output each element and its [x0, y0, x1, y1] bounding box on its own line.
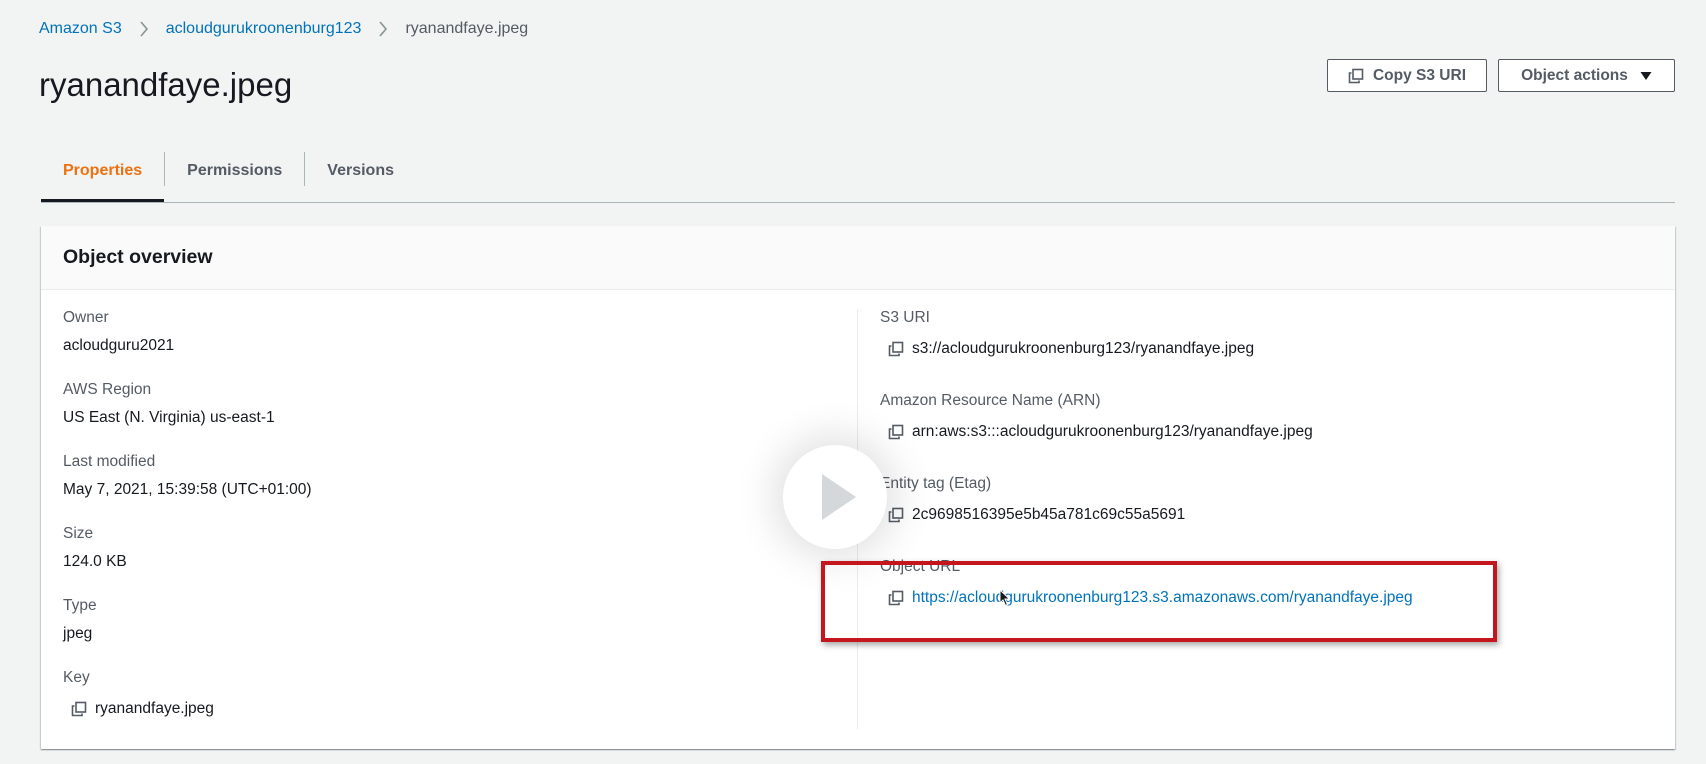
last-modified-field: Last modified May 7, 2021, 15:39:58 (UTC… — [63, 453, 312, 499]
last-modified-value: May 7, 2021, 15:39:58 (UTC+01:00) — [63, 481, 312, 498]
size-field: Size 124.0 KB — [63, 525, 127, 571]
breadcrumb: Amazon S3 acloudgurukroonenburg123 ryana… — [39, 20, 528, 38]
mouse-pointer-icon — [999, 588, 1011, 612]
page-title: ryanandfaye.jpeg — [39, 66, 293, 103]
chevron-right-icon — [361, 20, 405, 38]
breadcrumb-link-bucket[interactable]: acloudgurukroonenburg123 — [166, 20, 362, 38]
chevron-right-icon — [122, 20, 166, 38]
s3-uri-label: S3 URI — [880, 309, 930, 326]
caret-down-icon — [1640, 71, 1652, 81]
arn-label: Amazon Resource Name (ARN) — [880, 392, 1101, 409]
key-label: Key — [63, 669, 90, 686]
owner-field: Owner acloudguru2021 — [63, 309, 174, 355]
copy-s3-uri-button[interactable]: Copy S3 URI — [1327, 59, 1487, 92]
etag-value-row: 2c9698516395e5b45a781c69c55a5691 — [888, 506, 1185, 524]
s3-uri-field: S3 URI s3://acloudgurukroonenburg123/rya… — [880, 309, 1254, 358]
tab-properties[interactable]: Properties — [41, 152, 165, 202]
s3-uri-value-row: s3://acloudgurukroonenburg123/ryanandfay… — [888, 340, 1254, 358]
panel-title: Object overview — [41, 226, 1675, 290]
play-icon — [822, 474, 856, 520]
arn-value: arn:aws:s3:::acloudgurukroonenburg123/ry… — [912, 423, 1313, 440]
etag-value: 2c9698516395e5b45a781c69c55a5691 — [912, 506, 1186, 523]
etag-field: Entity tag (Etag) 2c9698516395e5b45a781c… — [880, 475, 1185, 524]
etag-label: Entity tag (Etag) — [880, 475, 992, 492]
arn-field: Amazon Resource Name (ARN) arn:aws:s3:::… — [880, 392, 1313, 441]
owner-value: acloudguru2021 — [63, 337, 175, 354]
type-value: jpeg — [63, 625, 93, 642]
key-field: Key ryanandfaye.jpeg — [63, 669, 214, 718]
key-value-row: ryanandfaye.jpeg — [71, 700, 214, 718]
object-actions-label: Object actions — [1521, 66, 1628, 84]
copy-icon[interactable] — [888, 424, 904, 440]
copy-icon — [1348, 68, 1364, 84]
highlight-box — [821, 561, 1497, 642]
breadcrumb-current: ryanandfaye.jpeg — [405, 20, 529, 37]
copy-icon[interactable] — [71, 701, 87, 717]
breadcrumb-link-amazon-s3[interactable]: Amazon S3 — [39, 20, 122, 38]
copy-icon[interactable] — [888, 507, 904, 523]
object-actions-button[interactable]: Object actions — [1498, 59, 1675, 92]
copy-s3-uri-label: Copy S3 URI — [1372, 66, 1466, 84]
region-value: US East (N. Virginia) us-east-1 — [63, 409, 275, 426]
owner-label: Owner — [63, 309, 109, 326]
tab-versions[interactable]: Versions — [305, 152, 416, 190]
region-field: AWS Region US East (N. Virginia) us-east… — [63, 381, 275, 427]
copy-icon[interactable] — [888, 341, 904, 357]
key-value: ryanandfaye.jpeg — [95, 700, 214, 717]
arn-value-row: arn:aws:s3:::acloudgurukroonenburg123/ry… — [888, 423, 1313, 441]
tab-bar: Properties Permissions Versions — [41, 150, 1675, 203]
tab-permissions[interactable]: Permissions — [165, 152, 304, 190]
last-modified-label: Last modified — [63, 453, 156, 470]
s3-uri-value: s3://acloudgurukroonenburg123/ryanandfay… — [912, 340, 1255, 357]
play-button[interactable] — [783, 445, 887, 549]
type-label: Type — [63, 597, 97, 614]
size-label: Size — [63, 525, 94, 542]
size-value: 124.0 KB — [63, 553, 127, 570]
region-label: AWS Region — [63, 381, 152, 398]
type-field: Type jpeg — [63, 597, 97, 643]
